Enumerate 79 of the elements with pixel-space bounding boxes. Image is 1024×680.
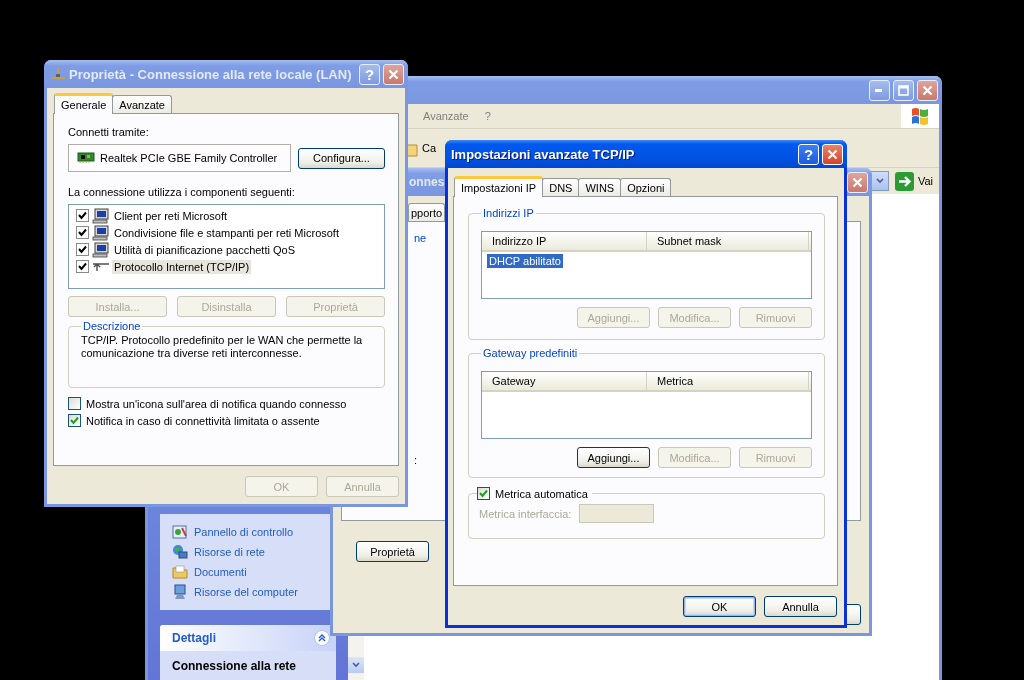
tab[interactable]: Impostazioni IP	[454, 176, 544, 197]
button[interactable]: Annulla	[764, 596, 837, 617]
column-header[interactable]: Gateway	[482, 372, 647, 390]
checkbox[interactable]	[76, 260, 89, 273]
collapse-icon[interactable]	[314, 630, 330, 646]
tab[interactable]: Avanzate	[112, 95, 172, 113]
group-title: Gateway predefiniti	[482, 347, 579, 359]
network-cable-icon	[92, 260, 109, 273]
window-title: Proprietà - Connessione alla rete locale (LAN)	[69, 66, 352, 82]
close-button[interactable]	[847, 171, 868, 193]
chevron-down-icon	[352, 662, 360, 668]
tab[interactable]: Generale	[54, 93, 114, 114]
tab[interactable]: WINS	[578, 178, 622, 196]
globe-computer-icon	[172, 544, 188, 560]
field-label: Metrica interfaccia:	[479, 507, 572, 520]
description-text: TCP/IP. Protocollo predefinito per le WAN che permette la comunicazione tra diverse reti interconnesse.	[81, 334, 364, 360]
close-icon	[388, 68, 399, 80]
task-link[interactable]: Documenti	[172, 564, 324, 580]
button[interactable]: Proprietà	[356, 541, 429, 562]
tab[interactable]: pporto	[408, 203, 446, 221]
list-item[interactable]: Client per reti Microsoft	[112, 208, 230, 223]
column-header[interactable]: Indirizzo IP	[482, 232, 647, 250]
group-title: Descrizione	[82, 320, 142, 332]
computer-icon	[92, 241, 109, 258]
field-label: La connessione utilizza i componenti seguenti:	[68, 186, 296, 198]
window-title: Impostazioni avanzate TCP/IP	[451, 146, 635, 162]
help-button[interactable]: ?	[798, 143, 819, 165]
minimize-button[interactable]	[869, 79, 890, 101]
control-panel-icon	[172, 524, 188, 540]
list-item[interactable]: Condivisione file e stampanti per reti Microsoft	[112, 225, 341, 240]
folder-icon	[172, 564, 188, 580]
computer-icon	[92, 207, 109, 224]
minimize-icon	[875, 88, 884, 92]
checkbox-label: Mostra un'icona sull'area di notifica quando connesso	[86, 397, 347, 410]
panel-title: Dettagli	[172, 631, 216, 645]
field-label: Connetti tramite:	[68, 126, 150, 138]
checkbox[interactable]	[76, 226, 89, 239]
field-label: :	[414, 454, 418, 466]
computer-icon	[172, 584, 188, 600]
column-header[interactable]: Metrica	[647, 372, 809, 390]
close-button[interactable]	[917, 79, 938, 101]
chevron-down-icon	[875, 178, 884, 184]
network-card-icon	[77, 152, 95, 164]
tab[interactable]: DNS	[542, 178, 580, 196]
go-button[interactable]: Vai	[894, 171, 933, 191]
group-title: ne	[414, 232, 427, 244]
close-icon	[852, 176, 863, 188]
task-link[interactable]: Risorse del computer	[172, 584, 324, 600]
windows-flag-icon	[910, 106, 930, 126]
close-icon	[827, 148, 838, 160]
checkbox-label: Notifica in caso di connettività limitata o assente	[86, 414, 320, 427]
window-title: onnes	[409, 175, 445, 189]
list-item[interactable]: Utilità di pianificazione pacchetti QoS	[112, 242, 297, 257]
close-icon	[922, 84, 933, 96]
dropdown-button[interactable]	[871, 172, 888, 190]
group-title: Indirizzi IP	[482, 207, 535, 219]
column-header[interactable]: Subnet mask	[647, 232, 809, 250]
close-button[interactable]	[383, 63, 404, 85]
checkbox[interactable]	[68, 414, 81, 427]
input-field[interactable]	[579, 504, 655, 523]
task-link[interactable]: Pannello di controllo	[172, 524, 324, 540]
checkbox[interactable]	[68, 397, 81, 410]
computer-icon	[92, 224, 109, 241]
checkbox-label: Metrica automatica	[495, 487, 588, 500]
arrow-right-icon	[894, 171, 914, 191]
list-item[interactable]: DHCP abilitato	[487, 254, 563, 268]
button[interactable]: Configura...	[298, 147, 385, 169]
tab[interactable]: Opzioni	[620, 178, 672, 196]
adapter-name: Realtek PCIe GBE Family Controller	[100, 152, 278, 164]
checkbox[interactable]	[76, 243, 89, 256]
button[interactable]: Aggiungi...	[577, 447, 650, 468]
button[interactable]: OK	[683, 596, 756, 617]
maximize-button[interactable]	[893, 79, 914, 101]
list-item[interactable]: Protocollo Internet (TCP/IP)	[112, 259, 252, 274]
checkbox[interactable]	[76, 209, 89, 222]
details-text: Connessione alla rete	[171, 658, 298, 675]
network-icon	[50, 67, 66, 81]
task-link[interactable]: Risorse di rete	[172, 544, 324, 560]
maximize-icon	[898, 84, 909, 96]
